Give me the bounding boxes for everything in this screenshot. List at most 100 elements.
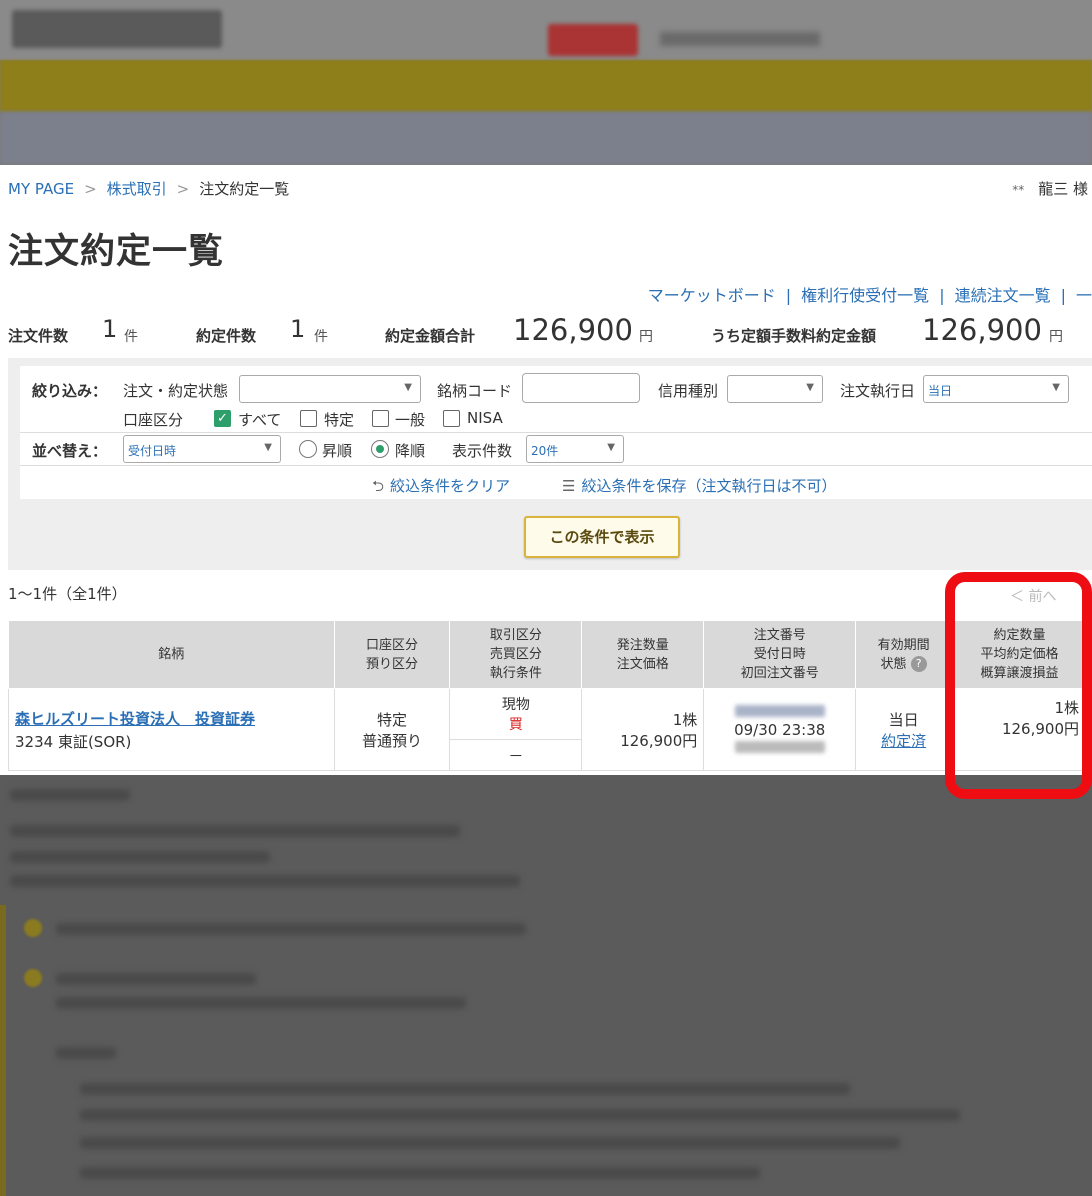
dimmed-footer (0, 775, 1092, 1196)
stock-name-link[interactable]: 森ヒルズリート投資法人 投資証券 (15, 708, 328, 729)
per-page-select[interactable]: 20件 ▼ (526, 435, 624, 463)
col-validity: 有効期間状態 ? (855, 620, 953, 689)
breadcrumb-separator: > (84, 180, 97, 198)
list-icon: ☰ (562, 477, 576, 495)
status-label: 注文・約定状態 (123, 382, 229, 400)
stock-code: 3234 東証(SOR) (15, 732, 132, 751)
initial-order-number (704, 739, 855, 757)
col-account: 口座区分 預り区分 (333, 620, 451, 689)
sort-desc-radio[interactable] (371, 440, 389, 458)
link-divider: | (939, 286, 945, 305)
col-validity-line2: 状態 (880, 656, 907, 672)
status-link[interactable]: 約定済 (856, 730, 951, 751)
sort-asc-label: 昇順 (322, 442, 353, 460)
clear-filter-link[interactable]: ⮌ 絞込条件をクリア (372, 475, 510, 501)
order-count-value: 1 (102, 315, 118, 343)
trade-type: 現物 (501, 697, 530, 714)
user-name: 龍三 様 (1038, 180, 1088, 198)
order-price: 126,900円 (620, 731, 698, 750)
cell-quantity: 1株 126,900円 (581, 688, 705, 771)
account-all-checkbox[interactable]: ✓ (214, 410, 231, 427)
order-table: 銘柄 口座区分 預り区分 取引区分 売買区分 執行条件 発注数量 注文価格 注文番号 受付… (8, 620, 1088, 771)
blurred-text (80, 1167, 760, 1179)
per-page-label: 表示件数 (452, 442, 513, 460)
blurred-text (10, 825, 460, 837)
col-trade-line2: 売買区分 (489, 647, 542, 662)
account-type-label: 口座区分 (123, 411, 184, 429)
sort-value: 受付日時 (128, 444, 177, 458)
masked-initial-order-number (734, 740, 825, 753)
fixed-fee-total-unit: 円 (1049, 329, 1063, 345)
per-page-value: 20件 (531, 444, 559, 458)
status-select[interactable]: ▼ (239, 375, 421, 403)
table-row: 森ヒルズリート投資法人 投資証券 3234 東証(SOR) 特定 普通預り 現物… (8, 687, 1088, 771)
col-account-line2: 預り区分 (366, 656, 419, 672)
breadcrumb-current: 注文約定一覧 (199, 180, 290, 198)
breadcrumb-stock-trading[interactable]: 株式取引 (107, 180, 167, 198)
col-order-number-line1: 注文番号 (753, 628, 806, 643)
market-board-link[interactable]: マーケットボード (648, 286, 776, 305)
apply-filter-button[interactable]: この条件で表示 (524, 516, 680, 558)
exec-total-unit: 円 (639, 329, 653, 345)
exec-count-unit: 件 (314, 329, 328, 345)
dimmed-header (0, 0, 1092, 165)
continuous-orders-link[interactable]: 連続注文一覧 (955, 286, 1051, 305)
exec-date-select[interactable]: 当日 ▼ (923, 375, 1069, 403)
col-validity-line1: 有効期間 (877, 637, 930, 653)
help-icon[interactable]: ? (910, 656, 927, 672)
order-count-unit: 件 (124, 329, 138, 345)
stock-code-input[interactable] (522, 373, 640, 403)
fixed-fee-total-label: うち定額手数料約定金額 (711, 327, 877, 345)
col-order-number-line2: 受付日時 (753, 647, 806, 662)
exec-date-value: 当日 (928, 384, 953, 398)
blurred-text (80, 1137, 900, 1149)
account-nisa-label: NISA (467, 409, 503, 427)
clear-filter-label: 絞込条件をクリア (390, 477, 511, 495)
col-trade: 取引区分 売買区分 執行条件 (449, 620, 583, 689)
sort-select[interactable]: 受付日時 ▼ (123, 435, 281, 463)
credit-type-select[interactable]: ▼ (727, 375, 823, 403)
narrow-label: 絞り込み： (32, 382, 108, 400)
blurred-text (10, 851, 270, 863)
rights-exercise-link[interactable]: 権利行使受付一覧 (801, 286, 929, 305)
cell-validity: 当日 約定済 (855, 688, 953, 771)
save-filter-label: 絞込条件を保存（注文執行日は不可） (581, 477, 837, 495)
col-quantity: 発注数量 注文価格 (581, 620, 705, 689)
exec-date-label: 注文執行日 (840, 382, 916, 400)
col-order-number-line3: 初回注文番号 (740, 666, 819, 681)
highlight-box (945, 572, 1092, 799)
breadcrumb: MY PAGE > 株式取引 > 注文約定一覧 (8, 178, 289, 199)
col-trade-line1: 取引区分 (489, 628, 542, 643)
cell-exec-condition: － (449, 739, 583, 771)
blurred-text (80, 1083, 850, 1095)
undo-icon: ⮌ (372, 477, 385, 495)
account-all-label: すべて (238, 411, 282, 429)
blurred-text (56, 973, 256, 985)
result-count: 1〜1件（全1件） (8, 585, 127, 603)
account-tokutei-checkbox[interactable] (300, 410, 317, 427)
credit-type-label: 信用種別 (658, 382, 719, 400)
related-links: マーケットボード | 権利行使受付一覧 | 連続注文一覧 | 一 (648, 282, 1092, 306)
save-filter-link[interactable]: ☰ 絞込条件を保存（注文執行日は不可） (562, 475, 836, 496)
account-ippan-checkbox[interactable] (372, 410, 389, 427)
breadcrumb-mypage[interactable]: MY PAGE (8, 180, 74, 198)
filter-divider (20, 465, 1092, 466)
col-order-number: 注文番号受付日時初回注文番号 (703, 620, 857, 689)
filter-panel: 絞り込み： 注文・約定状態 ▼ 銘柄コード 信用種別 ▼ 注文執行日 当日 ▼ 口… (8, 358, 1092, 570)
link-divider: | (1060, 286, 1066, 305)
exec-count-value: 1 (290, 315, 306, 343)
link-divider: | (785, 286, 792, 305)
order-number-link[interactable] (704, 703, 855, 721)
user-masked-name: ** (1012, 183, 1025, 197)
notice-strip (0, 905, 6, 1196)
blurred-text (10, 789, 130, 801)
account-ippan-label: 一般 (395, 411, 426, 429)
more-link[interactable]: 一 (1076, 286, 1092, 305)
chevron-down-icon: ▼ (806, 382, 814, 393)
account-nisa-checkbox[interactable] (443, 410, 460, 427)
cell-stock: 森ヒルズリート投資法人 投資証券 3234 東証(SOR) (8, 688, 335, 771)
filter-divider (20, 432, 1092, 433)
filter-form: 絞り込み： 注文・約定状態 ▼ 銘柄コード 信用種別 ▼ 注文執行日 当日 ▼ 口… (20, 366, 1092, 499)
masked-order-number (734, 704, 825, 717)
sort-asc-radio[interactable] (299, 440, 317, 458)
